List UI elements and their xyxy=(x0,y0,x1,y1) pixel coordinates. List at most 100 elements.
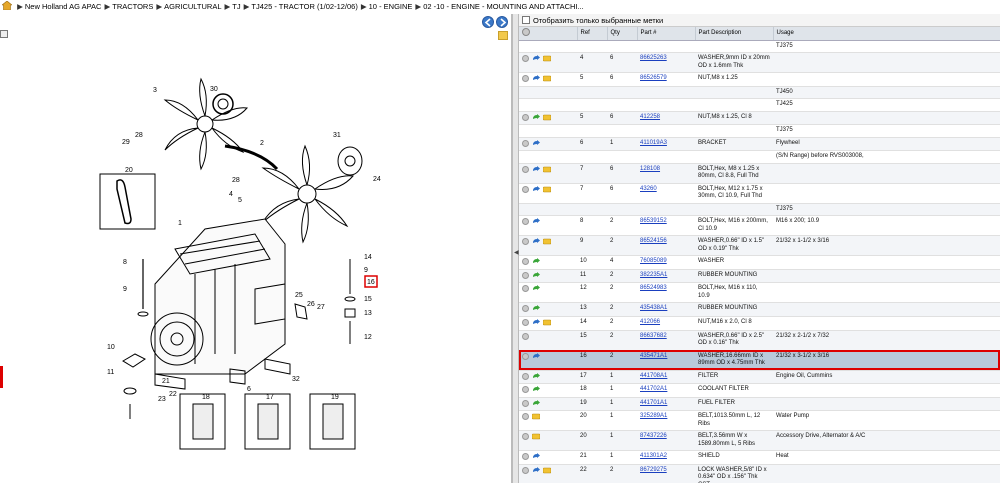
table-row[interactable]: 13 2 435438A1 RUBBER MOUNTING xyxy=(519,302,1000,317)
callout[interactable]: 32 xyxy=(292,376,300,383)
callout[interactable]: 5 xyxy=(238,197,242,204)
callout[interactable]: 30 xyxy=(210,86,218,93)
info-icon[interactable] xyxy=(522,305,529,313)
table-row[interactable]: 5 6 86526579 NUT,M8 x 1.25 xyxy=(519,72,1000,87)
part-number-link[interactable]: 411019A3 xyxy=(640,140,667,146)
info-icon[interactable] xyxy=(522,165,529,173)
info-icon[interactable] xyxy=(522,332,529,340)
info-icon[interactable] xyxy=(522,433,529,441)
callout[interactable]: 9 xyxy=(364,267,368,274)
part-number-link[interactable]: 382235A1 xyxy=(640,272,667,278)
table-row[interactable]: 7 6 43260 BOLT,Hex, M12 x 1.75 x 30mm, Cl 1… xyxy=(519,183,1000,204)
callout[interactable]: 27 xyxy=(317,304,325,311)
table-row[interactable]: TJ450 xyxy=(519,86,1000,100)
cross-reference-icon[interactable] xyxy=(532,139,540,147)
zoom-icon[interactable] xyxy=(0,30,8,38)
part-number-link[interactable]: 412066 xyxy=(640,319,660,325)
service-tool-icon[interactable] xyxy=(542,467,552,474)
part-number-link[interactable]: 87437226 xyxy=(640,433,667,439)
info-icon[interactable] xyxy=(522,139,529,147)
info-icon[interactable] xyxy=(522,285,529,293)
breadcrumb-item[interactable]: AGRICULTURAL xyxy=(164,2,221,11)
info-icon[interactable] xyxy=(522,413,529,421)
cross-reference-icon[interactable] xyxy=(532,75,540,82)
table-row[interactable]: 4 6 86625263 WASHER,9mm ID x 20mm OD x 1.6m… xyxy=(519,52,1000,73)
callout[interactable]: 22 xyxy=(169,391,177,398)
part-number-link[interactable]: 86524156 xyxy=(640,238,667,244)
info-icon[interactable] xyxy=(522,453,529,461)
part-number-link[interactable]: 435438A1 xyxy=(640,305,667,311)
info-icon[interactable] xyxy=(522,386,529,394)
callout[interactable]: 17 xyxy=(266,394,274,401)
info-icon[interactable] xyxy=(522,372,529,380)
cross-reference-icon[interactable] xyxy=(532,352,540,360)
callout[interactable]: 28 xyxy=(232,177,240,184)
callout[interactable]: 1 xyxy=(178,220,182,227)
part-number-link[interactable]: 76085089 xyxy=(640,258,667,264)
table-row[interactable]: 6 1 411019A3 BRACKET Flywheel xyxy=(519,137,1000,152)
table-row[interactable]: TJ375 xyxy=(519,40,1000,53)
part-number-link[interactable]: 435471A1 xyxy=(640,353,667,359)
callout[interactable]: 28 xyxy=(135,132,143,139)
show-selected-only-checkbox[interactable] xyxy=(522,16,530,24)
callout[interactable]: 31 xyxy=(333,132,341,139)
callout[interactable]: 14 xyxy=(364,254,372,261)
alternate-part-icon[interactable] xyxy=(532,285,540,292)
table-row[interactable]: 15 2 86637682 WASHER,0.66" ID x 2.5" OD x 0… xyxy=(519,330,1000,351)
table-row[interactable]: 16 2 435471A1 WASHER,16.66mm ID x 89mm OD x… xyxy=(519,350,1000,371)
engine-diagram[interactable]: 3 30 28 29 2 31 28 4 5 20 1 8 9 10 11 21… xyxy=(95,69,395,464)
table-row[interactable]: 10 4 76085089 WASHER xyxy=(519,255,1000,270)
cross-reference-icon[interactable] xyxy=(532,55,540,62)
callout[interactable]: 9 xyxy=(123,286,127,293)
cross-reference-icon[interactable] xyxy=(532,165,540,173)
cross-reference-icon[interactable] xyxy=(532,185,540,193)
table-row[interactable]: 11 2 382235A1 RUBBER MOUNTING xyxy=(519,269,1000,284)
cross-reference-icon[interactable] xyxy=(532,318,540,326)
part-number-link[interactable]: 441708A1 xyxy=(640,373,667,379)
part-number-link[interactable]: 86526579 xyxy=(640,75,667,81)
info-icon[interactable] xyxy=(522,185,529,193)
part-number-link[interactable]: 411301A2 xyxy=(640,453,667,459)
callout[interactable]: 2 xyxy=(260,140,264,147)
table-row[interactable]: 14 2 412066 NUT,M16 x 2.0, Cl 8 xyxy=(519,316,1000,331)
pane-splitter[interactable]: ◀ xyxy=(512,14,519,483)
info-icon[interactable] xyxy=(522,55,529,62)
table-row[interactable]: 18 1 441702A1 COOLANT FILTER xyxy=(519,383,1000,398)
callout[interactable]: 4 xyxy=(229,191,233,198)
part-number-link[interactable]: 128108 xyxy=(640,166,660,172)
info-icon[interactable] xyxy=(522,352,529,360)
header-usage[interactable]: Usage xyxy=(773,27,1000,41)
callout[interactable]: 24 xyxy=(373,176,381,183)
breadcrumb-item[interactable]: TRACTORS xyxy=(112,2,153,11)
callout[interactable]: 11 xyxy=(107,369,114,376)
callout[interactable]: 21 xyxy=(162,378,170,385)
table-row[interactable]: 17 1 441708A1 FILTER Engine Oil, Cummins xyxy=(519,370,1000,385)
service-tool-icon[interactable] xyxy=(542,319,552,326)
table-row[interactable]: 5 6 412258 NUT,M8 x 1.25, Cl 8 xyxy=(519,111,1000,126)
callout[interactable]: 3 xyxy=(153,87,157,94)
info-icon[interactable] xyxy=(522,113,529,121)
callout[interactable]: 6 xyxy=(247,386,251,393)
service-tool-icon[interactable] xyxy=(542,166,552,173)
part-number-link[interactable]: 325289A1 xyxy=(640,413,667,419)
table-row[interactable]: TJ375 xyxy=(519,203,1000,217)
table-row[interactable]: 9 2 86524156 WASHER,0.66" ID x 1.5" OD x 0.… xyxy=(519,235,1000,257)
part-number-link[interactable]: 412258 xyxy=(640,114,660,120)
table-row[interactable]: 20 1 325289A1 BELT,1013.50mm L, 12 Ribs Wate… xyxy=(519,410,1000,432)
info-icon[interactable] xyxy=(522,399,529,407)
previous-icon[interactable] xyxy=(482,16,494,28)
part-number-link[interactable]: 86637682 xyxy=(640,333,667,339)
part-number-link[interactable]: 86524983 xyxy=(640,285,667,291)
service-tool-icon[interactable] xyxy=(542,75,552,82)
table-row[interactable]: TJ375 xyxy=(519,124,1000,138)
callout[interactable]: 8 xyxy=(123,259,127,266)
table-row[interactable]: 19 1 441701A1 FUEL FILTER xyxy=(519,397,1000,412)
home-icon[interactable] xyxy=(2,1,12,10)
callout[interactable]: 10 xyxy=(107,344,115,351)
callout[interactable]: 29 xyxy=(122,139,130,146)
header-ref[interactable]: Ref xyxy=(577,27,608,41)
service-tool-icon[interactable] xyxy=(531,413,541,420)
info-icon[interactable] xyxy=(522,466,529,474)
table-row[interactable]: 21 1 411301A2 SHIELD Heat xyxy=(519,450,1000,465)
part-number-link[interactable]: 86625263 xyxy=(640,55,667,61)
